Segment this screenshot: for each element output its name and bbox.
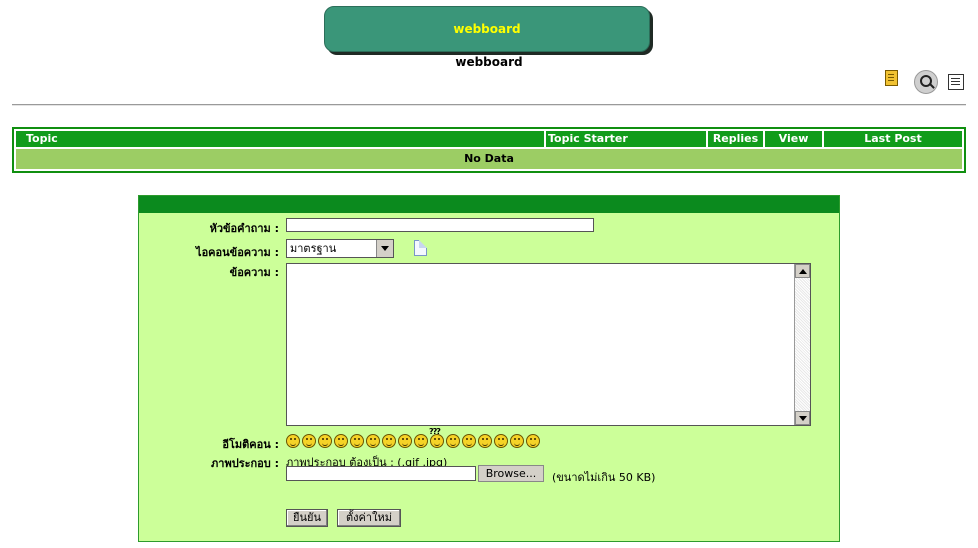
browse-button[interactable]: Browse... bbox=[478, 465, 544, 482]
smiley-picker bbox=[286, 434, 540, 448]
column-topic-starter: Topic Starter bbox=[546, 131, 708, 147]
size-limit-note: (ขนาดไม่เกิน 50 KB) bbox=[552, 471, 656, 484]
subject-label: หัวข้อคำถาม : bbox=[209, 222, 279, 235]
smiley-icon[interactable] bbox=[350, 434, 364, 448]
file-path-input[interactable] bbox=[286, 466, 476, 481]
smiley-icon[interactable] bbox=[478, 434, 492, 448]
smiley-icon[interactable] bbox=[526, 434, 540, 448]
scroll-up-icon[interactable] bbox=[795, 264, 810, 278]
topics-table: Topic Topic Starter Replies View Last Po… bbox=[12, 127, 966, 173]
chevron-down-icon[interactable] bbox=[376, 240, 393, 257]
smiley-icon[interactable] bbox=[398, 434, 412, 448]
form-header-bar bbox=[139, 196, 839, 213]
smiley-icon[interactable] bbox=[510, 434, 524, 448]
message-icon-select[interactable]: มาตรฐาน bbox=[286, 239, 394, 258]
submit-button[interactable]: ยืนยัน bbox=[286, 509, 328, 527]
page-subtitle: webboard bbox=[455, 55, 523, 69]
message-icon-select-value: มาตรฐาน bbox=[290, 242, 337, 255]
icon-label: ไอคอนข้อความ : bbox=[196, 246, 279, 259]
message-scrollbar[interactable] bbox=[794, 264, 810, 425]
smiley-icon[interactable] bbox=[430, 434, 444, 448]
attach-label: ภาพประกอบ : bbox=[211, 457, 279, 470]
webboard-title-badge: webboard bbox=[324, 6, 650, 52]
topics-table-header: Topic Topic Starter Replies View Last Po… bbox=[16, 131, 962, 147]
webboard-title-text: webboard bbox=[453, 22, 521, 36]
new-topic-button[interactable]: new bbox=[878, 70, 904, 96]
column-last-post: Last Post bbox=[864, 132, 922, 145]
smiley-icon[interactable] bbox=[286, 434, 300, 448]
smiley-icon[interactable] bbox=[334, 434, 348, 448]
message-label: ข้อความ : bbox=[229, 266, 279, 279]
message-textarea[interactable] bbox=[286, 263, 811, 426]
smiley-icon[interactable] bbox=[494, 434, 508, 448]
search-icon[interactable] bbox=[914, 70, 938, 94]
smiley-icon[interactable] bbox=[366, 434, 380, 448]
smiley-icon[interactable] bbox=[446, 434, 460, 448]
new-post-form: หัวข้อคำถาม : ไอคอนข้อความ : มาตรฐาน ข้อ… bbox=[138, 195, 840, 542]
column-topic: Topic bbox=[16, 131, 546, 147]
smiley-icon[interactable] bbox=[382, 434, 396, 448]
divider bbox=[12, 104, 966, 106]
column-replies: Replies bbox=[708, 131, 765, 147]
toolbar: new bbox=[878, 70, 964, 96]
list-icon[interactable] bbox=[948, 74, 964, 90]
document-icon bbox=[414, 240, 427, 256]
column-view: View bbox=[765, 131, 824, 147]
smiley-icon[interactable] bbox=[302, 434, 316, 448]
smiley-icon[interactable] bbox=[414, 434, 428, 448]
reset-button[interactable]: ตั้งค่าใหม่ bbox=[337, 509, 401, 527]
no-data-row: No Data bbox=[16, 149, 962, 169]
scroll-down-icon[interactable] bbox=[795, 411, 810, 425]
smiley-label: อีโมติคอน : bbox=[222, 438, 279, 451]
smiley-icon[interactable] bbox=[318, 434, 332, 448]
smiley-icon[interactable] bbox=[462, 434, 476, 448]
subject-input[interactable] bbox=[286, 218, 594, 232]
